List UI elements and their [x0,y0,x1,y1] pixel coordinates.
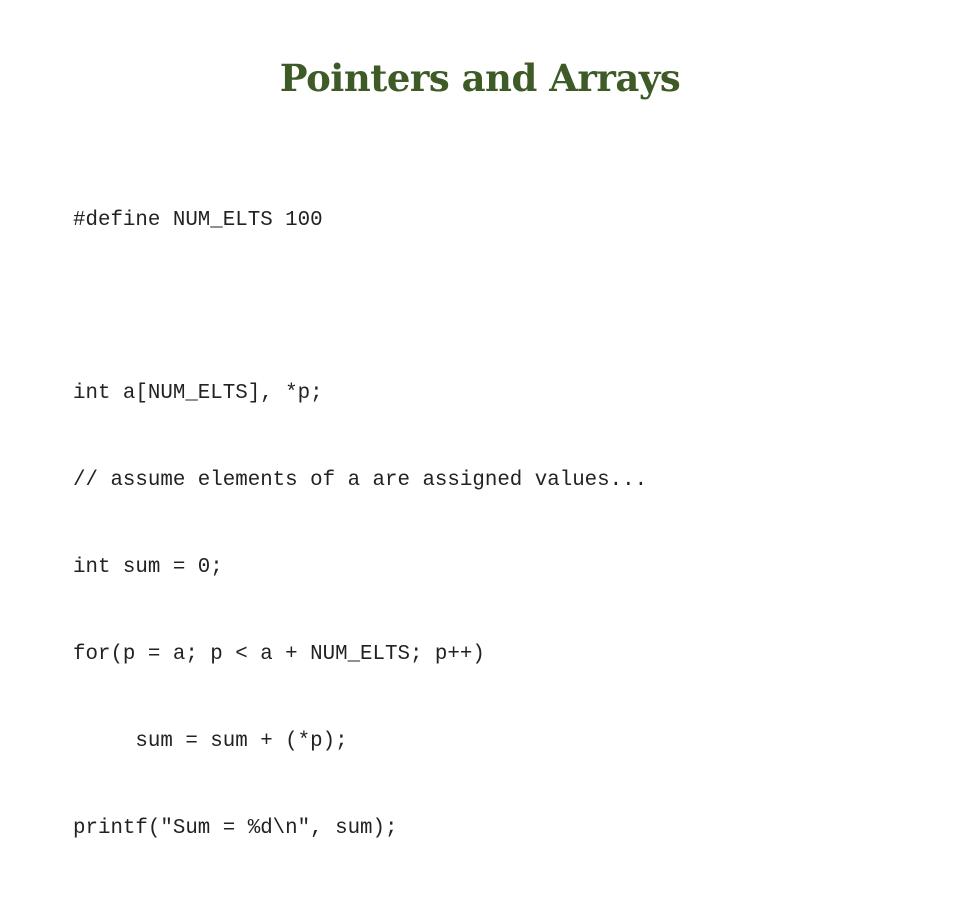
code-line: // assume elements of a are assigned val… [73,469,648,492]
code-line: printf("Sum = %d\n", sum); [73,817,398,840]
code-line: int a[NUM_ELTS], *p; [73,382,323,405]
code-line: for(p = a; p < a + NUM_ELTS; p++) [73,643,485,666]
code-block: #define NUM_ELTS 100 int a[NUM_ELTS], *p… [73,148,647,901]
slide-title: Pointers and Arrays [279,56,681,100]
code-line: sum = sum + (*p); [73,730,348,753]
code-line: #define NUM_ELTS 100 [73,209,323,232]
code-line: int sum = 0; [73,556,223,579]
